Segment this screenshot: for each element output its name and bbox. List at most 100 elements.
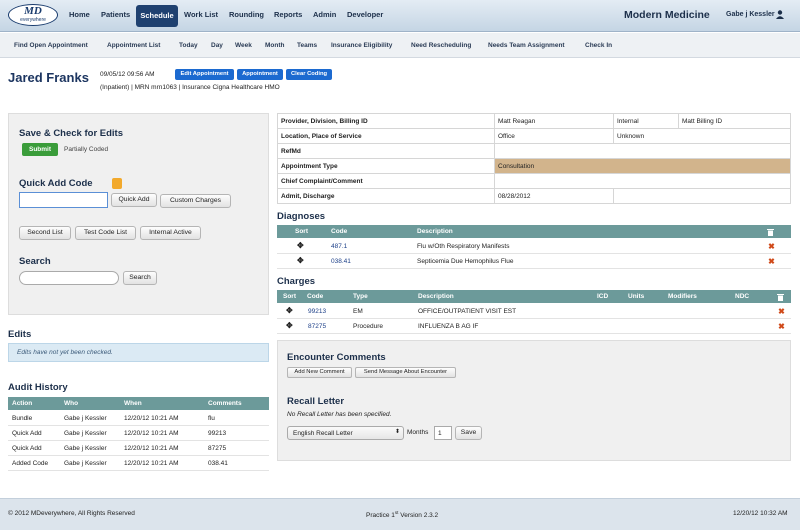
admit-value[interactable]: 08/28/2012 [498, 193, 531, 200]
schedule-subnav: Find Open Appointment Appointment List T… [0, 33, 800, 58]
logo-text-bottom: everywhere [20, 17, 46, 23]
recall-message: No Recall Letter has been specified. [287, 411, 392, 418]
subnav-today[interactable]: Today [179, 42, 198, 49]
billing-id-value[interactable]: Matt Billing ID [682, 118, 722, 125]
audit-who: Gabe j Kessler [64, 415, 107, 422]
appointment-type-value[interactable]: Consultation [498, 163, 534, 170]
recall-letter-select[interactable]: English Recall Letter ⬍ [287, 426, 404, 440]
audit-when: 12/20/12 10:21 AM [124, 460, 179, 467]
mdeverywhere-logo[interactable]: MD everywhere [8, 4, 58, 26]
chg-col-ndc: NDC [735, 293, 750, 300]
appointment-button[interactable]: Appointment [237, 69, 283, 80]
send-message-button[interactable]: Send Message About Encounter [355, 367, 456, 378]
nav-schedule[interactable]: Schedule [136, 5, 178, 27]
recall-letter-value: English Recall Letter [293, 430, 353, 437]
location-value[interactable]: Office [498, 133, 515, 140]
search-input[interactable] [19, 271, 119, 285]
table-row: ✥ 87275 Procedure INFLUENZA B AG IF ✖ [277, 319, 791, 334]
quick-add-title: Quick Add Code [19, 178, 93, 189]
charge-code[interactable]: 87275 [308, 323, 326, 330]
delete-icon[interactable]: ✖ [768, 258, 775, 266]
select-arrows-icon: ⬍ [394, 429, 400, 435]
nav-worklist[interactable]: Work List [184, 10, 218, 19]
audit-col-action: Action [12, 400, 33, 407]
edit-appointment-button[interactable]: Edit Appointment [175, 69, 234, 80]
admit-label: Admit, Discharge [281, 193, 335, 200]
subnav-find-open-appointment[interactable]: Find Open Appointment [14, 42, 88, 49]
audit-comment: 87275 [208, 445, 227, 452]
submit-button[interactable]: Submit [22, 143, 58, 156]
provider-value[interactable]: Matt Reagan [498, 118, 535, 125]
nav-rounding[interactable]: Rounding [229, 10, 264, 19]
delete-icon[interactable]: ✖ [778, 308, 785, 316]
subnav-week[interactable]: Week [235, 42, 252, 49]
quick-add-button[interactable]: Quick Add [111, 193, 157, 207]
chief-complaint-label: Chief Complaint/Comment [281, 178, 363, 185]
diagnosis-code[interactable]: 038.41 [331, 258, 351, 265]
subnav-month[interactable]: Month [265, 42, 285, 49]
months-input[interactable]: 1 [434, 426, 452, 440]
months-label: Months [407, 429, 429, 436]
quick-add-input[interactable] [19, 192, 108, 208]
user-name[interactable]: Gabe j Kessler [726, 11, 775, 18]
subnav-day[interactable]: Day [211, 42, 223, 49]
patient-info: (Inpatient) | MRN mrn1063 | Insurance Ci… [100, 84, 280, 91]
nav-reports[interactable]: Reports [274, 10, 302, 19]
delete-icon[interactable]: ✖ [768, 243, 775, 251]
subnav-needs-team-assignment[interactable]: Needs Team Assignment [488, 42, 565, 49]
place-of-service-value[interactable]: Unknown [617, 133, 644, 140]
test-code-list-button[interactable]: Test Code List [75, 226, 136, 240]
nav-admin[interactable]: Admin [313, 10, 336, 19]
subnav-check-in[interactable]: Check In [585, 42, 612, 49]
audit-col-who: Who [64, 400, 79, 407]
nav-patients[interactable]: Patients [101, 10, 130, 19]
subnav-insurance-eligibility[interactable]: Insurance Eligibility [331, 42, 392, 49]
subnav-teams[interactable]: Teams [297, 42, 317, 49]
subnav-need-rescheduling[interactable]: Need Rescheduling [411, 42, 471, 49]
charge-type: EM [353, 308, 363, 315]
audit-who: Gabe j Kessler [64, 460, 107, 467]
table-row: ✥ 487.1 Flu w/Oth Respiratory Manifests … [277, 239, 791, 254]
diag-col-description: Description [417, 228, 453, 235]
move-icon[interactable]: ✥ [297, 241, 304, 250]
charge-code[interactable]: 99213 [308, 308, 326, 315]
division-value[interactable]: Internal [617, 118, 639, 125]
appointment-info-table: Provider, Division, Billing ID Matt Reag… [277, 113, 791, 204]
edits-message: Edits have not yet been checked. [8, 343, 269, 362]
audit-when: 12/20/12 10:21 AM [124, 415, 179, 422]
audit-comment: flu [208, 415, 215, 422]
chg-col-modifiers: Modifiers [668, 293, 697, 300]
info-row-location: Location, Place of Service Office Unknow… [278, 129, 790, 144]
top-navbar: MD everywhere Home Patients Schedule Wor… [0, 0, 800, 32]
move-icon[interactable]: ✥ [286, 306, 293, 315]
move-icon[interactable]: ✥ [297, 256, 304, 265]
info-row-refmd: RefMd [278, 144, 790, 159]
second-list-button[interactable]: Second List [19, 226, 71, 240]
add-new-comment-button[interactable]: Add New Comment [287, 367, 352, 378]
search-button[interactable]: Search [123, 271, 157, 285]
diagnosis-code[interactable]: 487.1 [331, 243, 347, 250]
lightbulb-icon[interactable] [112, 178, 122, 189]
logo-text-top: MD [24, 5, 42, 17]
save-recall-button[interactable]: Save [455, 426, 482, 440]
subnav-appointment-list[interactable]: Appointment List [107, 42, 160, 49]
version-text: Practice 1st Version 2.3.2 [366, 510, 439, 520]
diagnosis-description: Flu w/Oth Respiratory Manifests [417, 243, 510, 250]
appointment-type-cell[interactable] [495, 159, 790, 173]
table-row: Quick Add Gabe j Kessler 12/20/12 10:21 … [8, 426, 269, 441]
refmd-label: RefMd [281, 148, 301, 155]
custom-charges-button[interactable]: Custom Charges [160, 194, 231, 208]
charges-header: Sort Code Type Description ICD Units Mod… [277, 290, 791, 303]
nav-developer[interactable]: Developer [347, 10, 383, 19]
info-row-chief-complaint: Chief Complaint/Comment [278, 174, 790, 189]
clear-coding-button[interactable]: Clear Coding [286, 69, 332, 80]
practice-name: Modern Medicine [624, 9, 710, 21]
table-row: Quick Add Gabe j Kessler 12/20/12 10:21 … [8, 441, 269, 456]
user-icon[interactable] [776, 10, 784, 19]
move-icon[interactable]: ✥ [286, 321, 293, 330]
internal-active-button[interactable]: Internal Active [140, 226, 201, 240]
delete-icon[interactable]: ✖ [778, 323, 785, 331]
location-label: Location, Place of Service [281, 133, 362, 140]
audit-when: 12/20/12 10:21 AM [124, 445, 179, 452]
nav-home[interactable]: Home [69, 10, 90, 19]
